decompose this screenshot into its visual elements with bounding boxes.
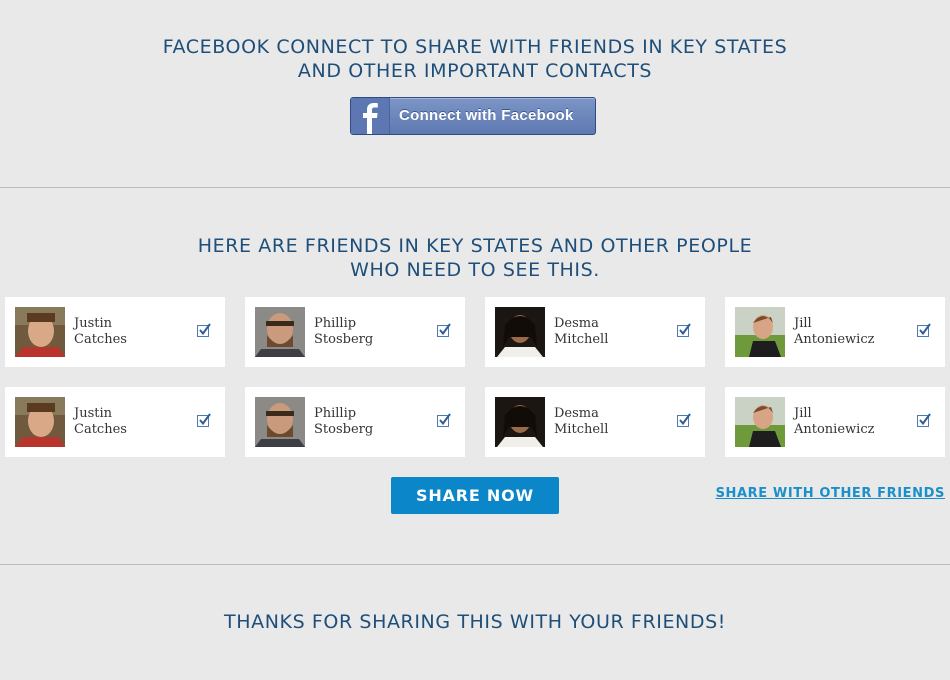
friend-name: Phillip Stosberg <box>314 316 424 348</box>
friend-card[interactable]: Justin Catches <box>5 297 225 367</box>
friend-avatar <box>495 307 545 357</box>
friend-card[interactable]: Phillip Stosberg <box>245 297 465 367</box>
friend-last-name: Catches <box>74 332 127 347</box>
friend-first-name: Justin <box>74 316 113 331</box>
friend-card[interactable]: Desma Mitchell <box>485 297 705 367</box>
friends-heading-line1: HERE ARE FRIENDS IN KEY STATES AND OTHER… <box>197 235 753 257</box>
share-now-button[interactable]: SHARE NOW <box>391 477 559 514</box>
friend-select-checkbox[interactable] <box>437 413 451 427</box>
section-divider <box>0 564 950 565</box>
friend-first-name: Jill <box>794 406 812 421</box>
friend-name: Justin Catches <box>74 406 184 438</box>
friends-heading: HERE ARE FRIENDS IN KEY STATES AND OTHER… <box>0 234 950 282</box>
friend-card[interactable]: Desma Mitchell <box>485 387 705 457</box>
friend-first-name: Desma <box>554 316 599 331</box>
thanks-message: THANKS FOR SHARING THIS WITH YOUR FRIEND… <box>0 610 950 634</box>
connect-heading-line1: FACEBOOK CONNECT TO SHARE WITH FRIENDS I… <box>162 36 788 58</box>
friend-name: Desma Mitchell <box>554 406 664 438</box>
friend-select-checkbox[interactable] <box>197 323 211 337</box>
friend-last-name: Mitchell <box>554 332 609 347</box>
friend-last-name: Stosberg <box>314 422 374 437</box>
friend-avatar <box>15 307 65 357</box>
friend-first-name: Desma <box>554 406 599 421</box>
friend-avatar <box>495 397 545 447</box>
friend-name: Jill Antoniewicz <box>794 316 904 348</box>
friend-last-name: Stosberg <box>314 332 374 347</box>
friend-card[interactable]: Jill Antoniewicz <box>725 297 945 367</box>
friend-name: Phillip Stosberg <box>314 406 424 438</box>
connect-with-facebook-button[interactable]: Connect with Facebook <box>350 97 596 135</box>
friends-heading-line2: WHO NEED TO SEE THIS. <box>350 259 600 281</box>
friend-select-checkbox[interactable] <box>437 323 451 337</box>
share-with-other-friends-link[interactable]: SHARE WITH OTHER FRIENDS <box>716 486 945 501</box>
friend-select-checkbox[interactable] <box>197 413 211 427</box>
connect-with-facebook-label: Connect with Facebook <box>399 107 574 124</box>
friend-first-name: Jill <box>794 316 812 331</box>
friend-avatar <box>735 397 785 447</box>
friend-card[interactable]: Phillip Stosberg <box>245 387 465 457</box>
friend-select-checkbox[interactable] <box>917 323 931 337</box>
friend-last-name: Antoniewicz <box>794 422 875 437</box>
friend-first-name: Phillip <box>314 316 357 331</box>
friend-name: Jill Antoniewicz <box>794 406 904 438</box>
friend-avatar <box>15 397 65 447</box>
thanks-message-text: THANKS FOR SHARING THIS WITH YOUR FRIEND… <box>224 611 726 633</box>
facebook-logo-icon <box>351 98 390 134</box>
friend-avatar <box>255 397 305 447</box>
friend-first-name: Phillip <box>314 406 357 421</box>
friend-avatar <box>255 307 305 357</box>
friend-last-name: Mitchell <box>554 422 609 437</box>
friend-card[interactable]: Jill Antoniewicz <box>725 387 945 457</box>
friend-first-name: Justin <box>74 406 113 421</box>
friend-select-checkbox[interactable] <box>677 413 691 427</box>
connect-heading: FACEBOOK CONNECT TO SHARE WITH FRIENDS I… <box>0 35 950 83</box>
section-divider <box>0 187 950 188</box>
friend-name: Desma Mitchell <box>554 316 664 348</box>
friend-select-checkbox[interactable] <box>917 413 931 427</box>
friend-select-checkbox[interactable] <box>677 323 691 337</box>
friend-last-name: Antoniewicz <box>794 332 875 347</box>
friend-name: Justin Catches <box>74 316 184 348</box>
connect-heading-line2: AND OTHER IMPORTANT CONTACTS <box>297 60 653 82</box>
friend-card[interactable]: Justin Catches <box>5 387 225 457</box>
friend-last-name: Catches <box>74 422 127 437</box>
friend-avatar <box>735 307 785 357</box>
